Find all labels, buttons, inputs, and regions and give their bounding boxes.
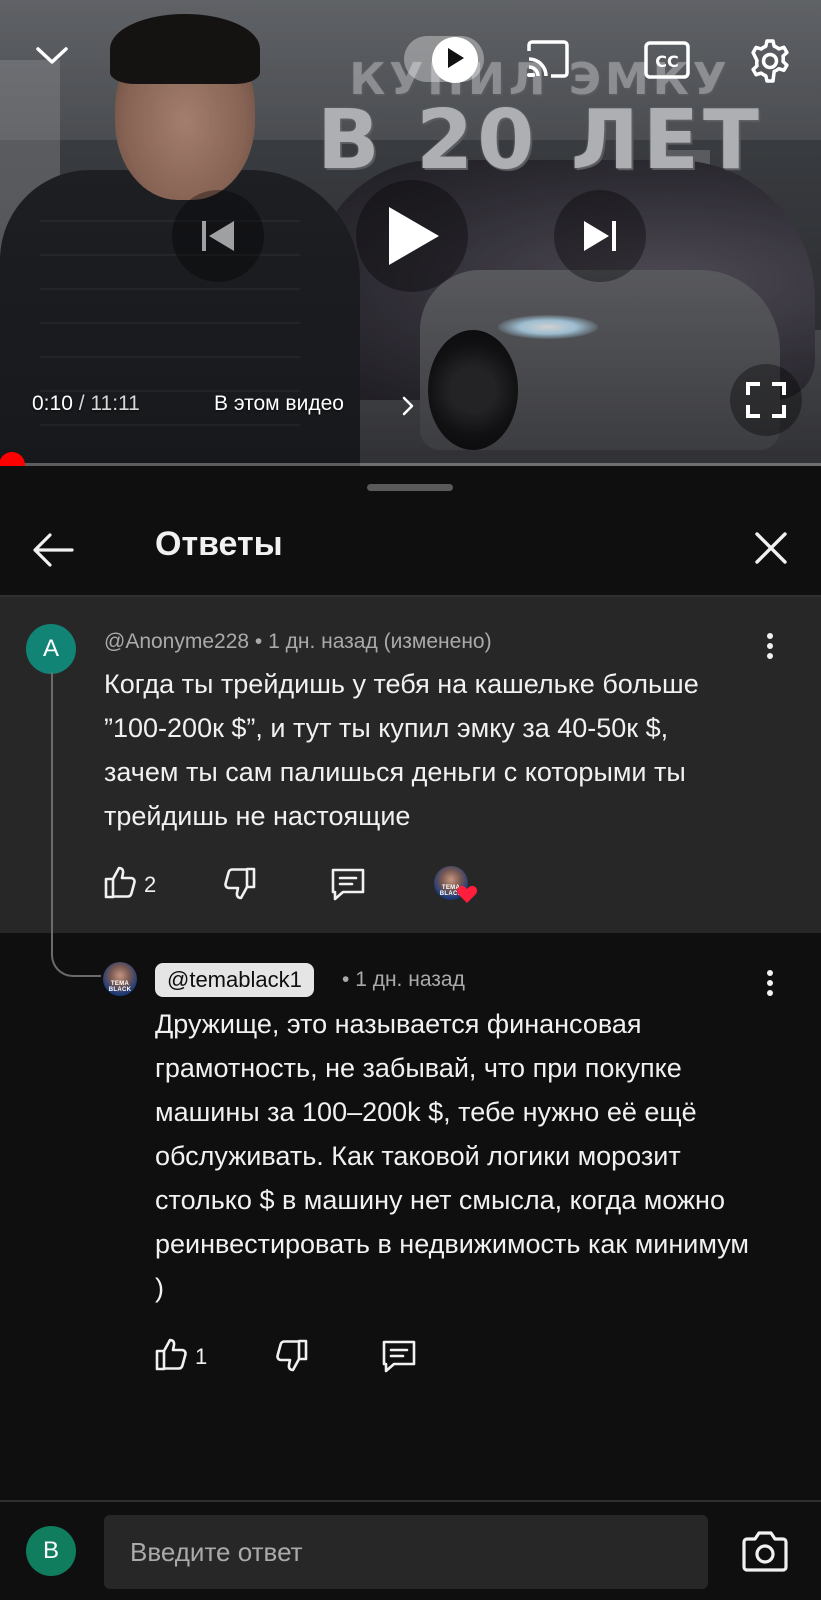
parent-comment-time: 1 дн. назад (изменено) xyxy=(268,630,492,653)
thread-connector xyxy=(51,925,101,977)
reply-comment-text: Дружище, это называется финансовая грамо… xyxy=(155,1009,749,1303)
thread-line xyxy=(51,672,53,957)
camera-icon xyxy=(740,1531,790,1578)
meta-separator: • xyxy=(249,630,269,653)
previous-video-button[interactable] xyxy=(172,190,264,282)
parent-comment-author[interactable]: @Anonyme228 xyxy=(104,630,249,653)
reply-comment-author[interactable]: @temablack1 xyxy=(155,963,314,997)
sheet-title: Ответы xyxy=(155,525,283,563)
more-vert-icon xyxy=(766,969,774,1002)
reply-comment-meta: • 1 дн. назад xyxy=(342,968,465,992)
settings-button[interactable] xyxy=(745,36,795,86)
reply-bar: B xyxy=(0,1502,821,1600)
captions-button[interactable]: CC xyxy=(642,38,692,82)
thumb-up-icon xyxy=(153,1336,189,1377)
comment-icon xyxy=(380,1338,418,1379)
chapters-button[interactable]: В этом видео xyxy=(214,392,344,416)
cast-button[interactable] xyxy=(523,36,573,82)
close-button[interactable] xyxy=(748,525,794,571)
current-time: 0:10 xyxy=(32,392,73,415)
arrow-left-icon xyxy=(30,533,76,577)
total-time: 11:11 xyxy=(90,392,140,415)
reply-like-button[interactable]: 1 xyxy=(153,1336,207,1377)
autoplay-toggle-knob[interactable] xyxy=(432,37,478,83)
parent-like-button[interactable]: 2 xyxy=(102,864,156,905)
chevron-down-icon xyxy=(35,45,69,67)
sheet-drag-handle[interactable] xyxy=(367,484,453,491)
meta-separator: • xyxy=(342,968,356,991)
progress-track[interactable] xyxy=(0,463,821,466)
reply-comment-more-button[interactable] xyxy=(758,965,782,1005)
parent-like-count: 2 xyxy=(144,871,157,897)
comment-icon xyxy=(329,866,367,907)
next-icon xyxy=(580,218,620,254)
thumb-down-icon xyxy=(274,1338,310,1379)
reply-input[interactable] xyxy=(104,1515,708,1589)
sheet-header: Ответы xyxy=(0,505,821,595)
reply-comment-avatar[interactable]: TEMA BLACK xyxy=(103,962,137,996)
thumb-up-icon xyxy=(102,864,138,905)
fullscreen-button[interactable] xyxy=(730,364,802,436)
more-vert-icon xyxy=(766,632,774,665)
heart-icon xyxy=(456,884,478,909)
play-icon xyxy=(444,46,466,75)
time-display: 0:10 / 11:11 xyxy=(32,392,140,416)
creator-heart: TEMA BLACK xyxy=(434,866,478,906)
previous-icon xyxy=(198,218,238,254)
camera-button[interactable] xyxy=(740,1530,790,1576)
minimize-player-button[interactable] xyxy=(30,34,74,78)
play-pause-button[interactable] xyxy=(356,180,468,292)
parent-comment-avatar[interactable]: A xyxy=(26,624,76,674)
user-avatar[interactable]: B xyxy=(26,1526,76,1576)
fullscreen-icon xyxy=(744,380,788,420)
cast-icon xyxy=(525,39,571,79)
parent-dislike-button[interactable] xyxy=(222,866,258,907)
parent-reply-button[interactable] xyxy=(329,866,367,907)
reply-comment-time: 1 дн. назад xyxy=(355,968,465,991)
reply-reply-button[interactable] xyxy=(380,1338,418,1379)
reply-like-count: 1 xyxy=(195,1343,208,1369)
thumb-down-icon xyxy=(222,866,258,907)
svg-text:CC: CC xyxy=(655,52,678,71)
reply-dislike-button[interactable] xyxy=(274,1338,310,1379)
video-player[interactable]: КУПИЛ ЭМКУ В 20 ЛЕТ CC 0:10 / 11:11 В эт… xyxy=(0,0,821,466)
reply-avatar-text: TEMA BLACK xyxy=(108,981,132,993)
gear-icon xyxy=(747,38,793,84)
next-video-button[interactable] xyxy=(554,190,646,282)
close-icon xyxy=(748,532,794,575)
captions-icon: CC xyxy=(644,41,690,79)
parent-comment-text: Когда ты трейдишь у тебя на кашельке бол… xyxy=(104,669,699,831)
parent-comment-meta: @Anonyme228 • 1 дн. назад (изменено) xyxy=(104,630,492,654)
parent-comment-more-button[interactable] xyxy=(758,628,782,668)
back-button[interactable] xyxy=(30,527,76,573)
time-separator: / xyxy=(72,392,91,415)
play-icon xyxy=(381,203,443,269)
chevron-right-icon xyxy=(400,395,416,422)
